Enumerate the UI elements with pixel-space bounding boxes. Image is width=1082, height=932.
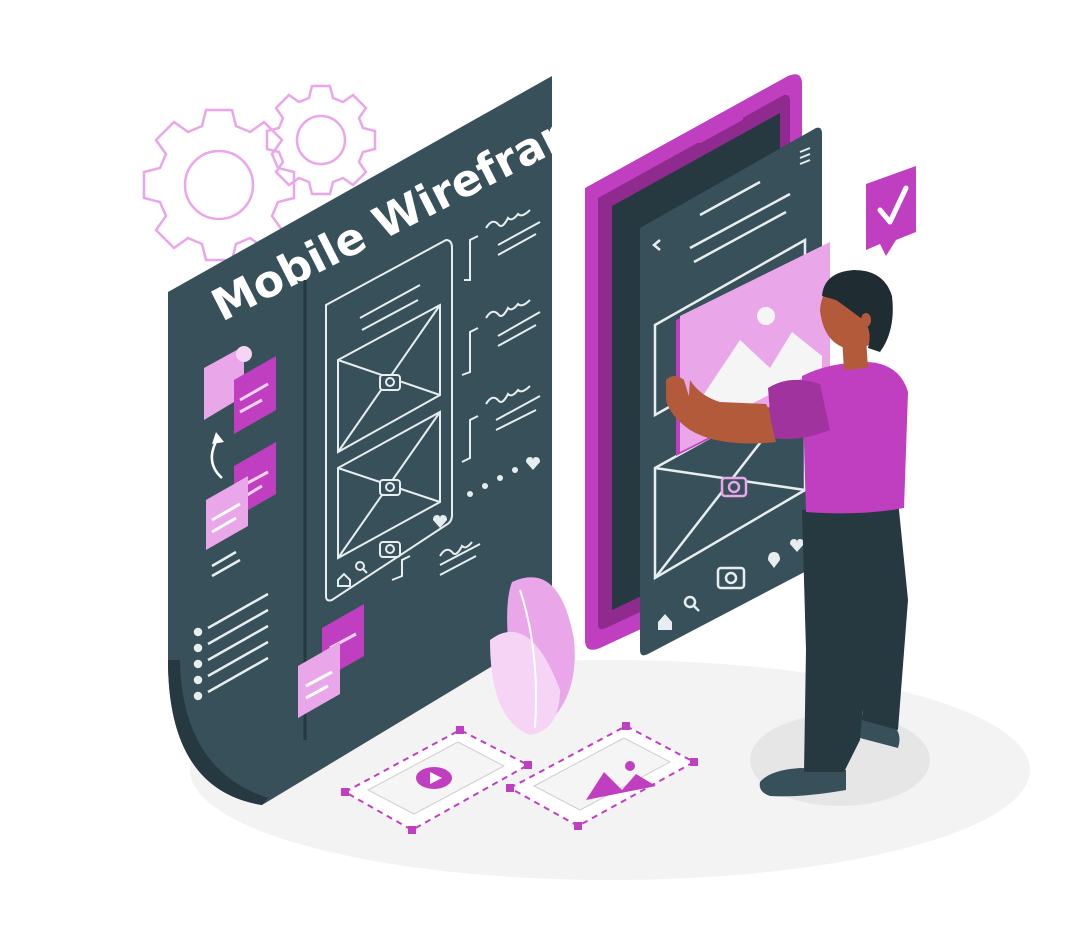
camera-icon <box>720 476 748 498</box>
play-icon <box>416 767 452 789</box>
camera-icon <box>379 479 401 496</box>
checkmark-speech-icon <box>866 166 916 256</box>
mobile-wireframe-illustration: Mobile Wireframe <box>142 74 1030 880</box>
camera-icon <box>379 374 401 391</box>
